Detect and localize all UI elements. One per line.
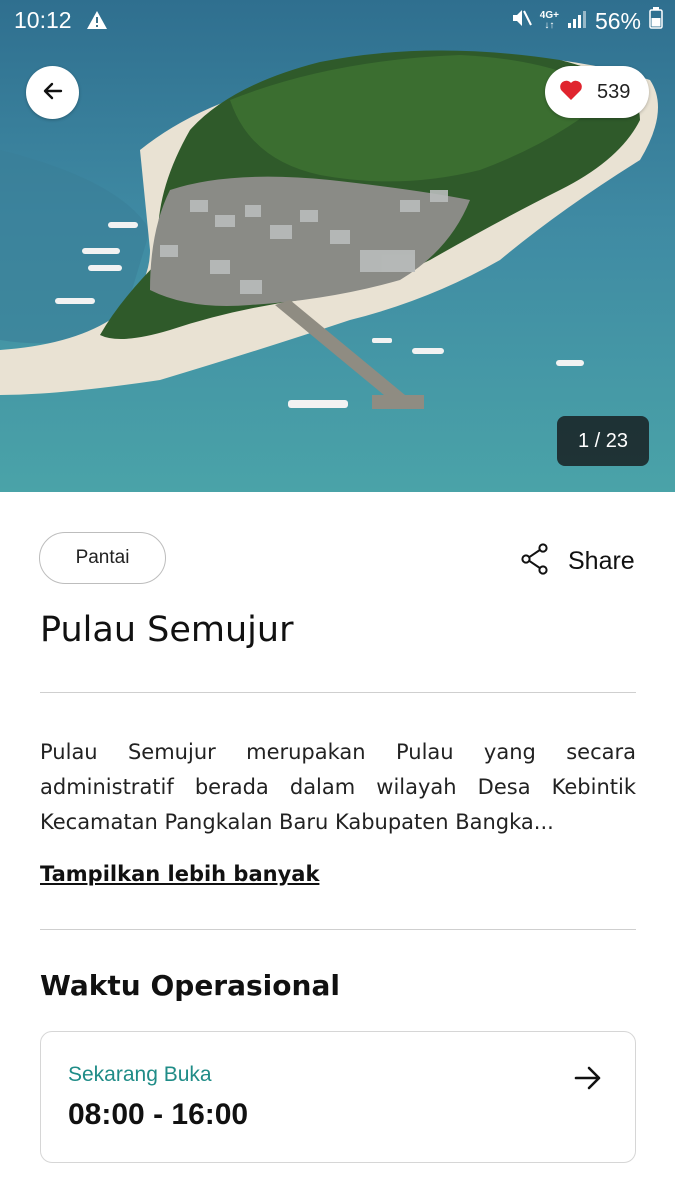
divider bbox=[40, 929, 636, 930]
signal-icon bbox=[567, 8, 587, 35]
mute-icon bbox=[510, 7, 532, 35]
open-status: Sekarang Buka bbox=[68, 1063, 212, 1086]
warning-icon bbox=[86, 9, 108, 36]
share-icon bbox=[520, 543, 550, 579]
heart-icon bbox=[559, 79, 583, 105]
battery-icon bbox=[649, 7, 663, 35]
network-type: 4G+ ↓↑ bbox=[539, 10, 559, 31]
section-title-operational: Waktu Operasional bbox=[40, 969, 340, 1002]
share-label: Share bbox=[568, 546, 635, 575]
back-button[interactable] bbox=[26, 66, 79, 119]
opening-hours: 08:00 - 16:00 bbox=[68, 1098, 249, 1131]
arrow-right-icon bbox=[573, 1064, 603, 1096]
operational-hours-card[interactable]: Sekarang Buka 08:00 - 16:00 bbox=[40, 1031, 636, 1163]
place-description: Pulau Semujur merupakan Pulau yang secar… bbox=[40, 740, 636, 834]
place-title: Pulau Semujur bbox=[40, 610, 294, 650]
status-bar: 10:12 4G+ ↓↑ 56% bbox=[0, 0, 675, 42]
show-more-link[interactable]: Tampilkan lebih banyak bbox=[40, 862, 319, 886]
battery-percent: 56% bbox=[594, 7, 641, 34]
status-right-group: 4G+ ↓↑ 56% bbox=[510, 7, 663, 35]
category-chip[interactable]: Pantai bbox=[39, 532, 166, 584]
divider bbox=[40, 692, 636, 693]
hero-gallery[interactable]: 10:12 4G+ ↓↑ 56% 539 1 / 23 bbox=[0, 0, 675, 492]
image-counter: 1 / 23 bbox=[557, 416, 649, 466]
like-button[interactable]: 539 bbox=[545, 66, 649, 118]
back-arrow-icon bbox=[42, 80, 64, 106]
like-count: 539 bbox=[597, 80, 631, 103]
share-button[interactable]: Share bbox=[520, 543, 635, 579]
status-time: 10:12 bbox=[14, 7, 72, 33]
